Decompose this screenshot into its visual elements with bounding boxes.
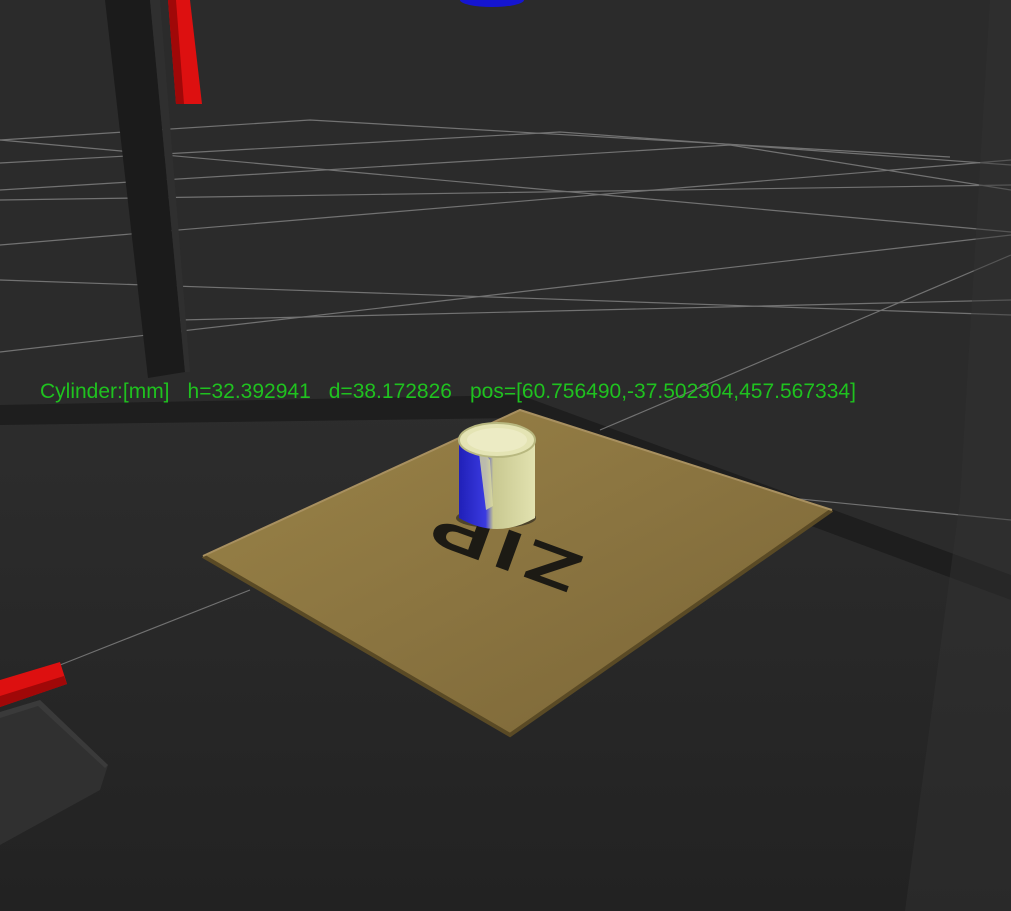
cylinder-readout: Cylinder:[mm] h=32.392941 d=38.172826 pos=[… bbox=[40, 378, 856, 406]
x-axis-rod-top bbox=[168, 0, 202, 104]
detected-cylinder bbox=[456, 422, 536, 529]
shape-label: Cylinder:[mm] bbox=[40, 380, 170, 403]
height-readout: h=32.392941 bbox=[187, 380, 311, 403]
z-axis-cap bbox=[460, 0, 524, 7]
point-cloud-scene[interactable]: ZIP bbox=[0, 0, 1011, 911]
position-readout: pos=[60.756490,-37.502304,457.567334] bbox=[469, 380, 856, 403]
diameter-readout: d=38.172826 bbox=[328, 380, 452, 403]
3d-viewport[interactable]: ZIP Cylinder:[mm] h=32.392941 d=38.172826 p… bbox=[0, 0, 1011, 911]
